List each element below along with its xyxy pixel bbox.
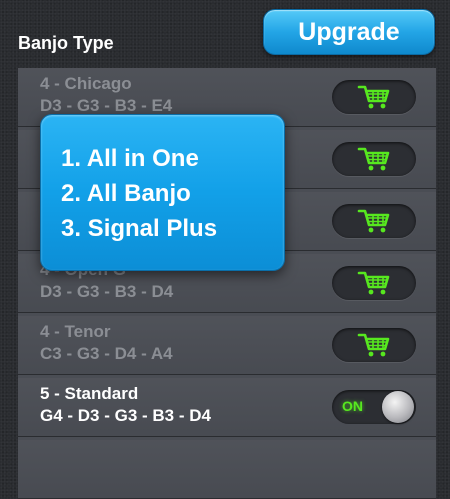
list-item[interactable]: 4 - Tenor C3 - G3 - D4 - A4 [18,316,436,375]
page-title: Banjo Type [18,33,114,53]
buy-button[interactable] [332,142,416,176]
upgrade-button[interactable]: Upgrade [263,9,435,55]
buy-button[interactable] [332,328,416,362]
toggle-knob[interactable] [382,391,414,423]
list-item[interactable]: 5 - Standard G4 - D3 - G3 - B3 - D4 ON [18,378,436,437]
toggle-on-label: ON [342,398,363,414]
buy-button[interactable] [332,266,416,300]
upgrade-options-popup[interactable]: 1. All in One 2. All Banjo 3. Signal Plu… [40,114,285,271]
shopping-cart-icon [357,271,390,295]
shopping-cart-icon [357,209,390,233]
tuning-notes: D3 - G3 - B3 - D4 [40,282,174,301]
shopping-cart-icon [357,85,390,109]
popup-option-3: 3. Signal Plus [61,215,218,242]
tuning-notes: D3 - G3 - B3 - E4 [40,96,173,115]
tuning-name: 5 - Standard [40,384,139,403]
enable-toggle[interactable]: ON [332,390,416,424]
popup-option-1: 1. All in One [61,145,199,172]
tuning-name: 4 - Chicago [40,74,132,93]
tuning-notes: C3 - G3 - D4 - A4 [40,344,173,363]
buy-button[interactable] [332,204,416,238]
tuning-notes: G4 - D3 - G3 - B3 - D4 [40,406,211,425]
buy-button[interactable] [332,80,416,114]
shopping-cart-icon [357,147,390,171]
popup-option-2: 2. All Banjo [61,180,191,207]
shopping-cart-icon [357,333,390,357]
tuning-name: 4 - Tenor [40,322,111,341]
